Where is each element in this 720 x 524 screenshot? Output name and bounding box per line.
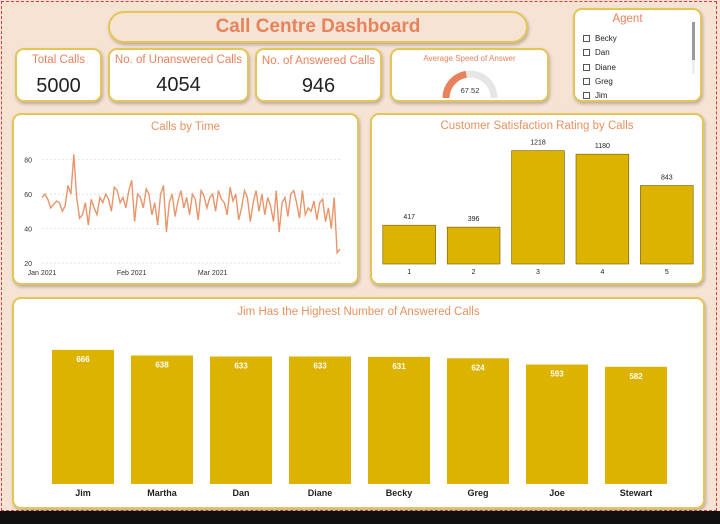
x-tick-label: Feb 2021	[117, 270, 147, 277]
kpi-card-total-calls[interactable]: Total Calls 5000	[15, 48, 102, 102]
kpi-label: Total Calls	[31, 54, 86, 66]
agent-option-label: Dan	[595, 48, 610, 57]
agent-bar	[131, 355, 193, 484]
bar-value-label: 417	[403, 214, 415, 221]
x-tick-label: 5	[665, 269, 669, 276]
kpi-card-answered-calls[interactable]: No. of Answered Calls 946	[255, 48, 382, 102]
x-tick-label: Becky	[386, 488, 413, 498]
x-tick-label: 2	[472, 269, 476, 276]
x-tick-label: Greg	[467, 488, 488, 498]
x-tick-label: 1	[407, 269, 411, 276]
bar-value-label: 582	[629, 372, 643, 381]
x-tick-label: Jim	[75, 488, 91, 498]
bar-value-label: 1180	[595, 143, 610, 150]
agent-option-label: Greg	[595, 77, 613, 86]
gauge-chart: 67.52	[442, 70, 498, 99]
kpi-card-unanswered-calls[interactable]: No. of Unanswered Calls 4054	[108, 48, 249, 102]
agent-bar	[605, 366, 667, 484]
bar-value-label: 396	[468, 216, 480, 223]
bar-value-label: 631	[392, 362, 406, 371]
x-tick-label: Dan	[232, 488, 249, 498]
x-tick-label: Martha	[147, 488, 177, 498]
kpi-value: 946	[301, 75, 336, 97]
rating-bar	[382, 224, 436, 265]
checkbox[interactable]	[583, 64, 590, 71]
dashboard-title-banner: Call Centre Dashboard	[108, 11, 528, 43]
bottom-bar	[0, 511, 720, 524]
y-tick-label: 40	[24, 227, 32, 234]
agent-option-label: Becky	[595, 34, 617, 43]
agent-bar	[526, 364, 588, 484]
kpi-label: No. of Answered Calls	[261, 55, 376, 67]
agent-option-dan[interactable]: Dan	[583, 48, 610, 57]
checkbox[interactable]	[583, 91, 590, 99]
agent-scrollbar-thumb[interactable]	[692, 22, 695, 60]
bar-value-label: 638	[155, 360, 169, 369]
answered-by-agent-card[interactable]: Jim Has the Highest Number of Answered C…	[12, 297, 705, 509]
gauge-card-average-speed[interactable]: Average Speed of Answer 67.52	[390, 48, 549, 102]
calls-by-time-card[interactable]: Calls by Time 20 40 60 80 Jan 2021 Feb 2021 Ma…	[12, 113, 359, 285]
x-tick-label: Jan 2021	[28, 270, 57, 277]
agent-bar	[210, 356, 272, 484]
bar-value-label: 593	[550, 370, 564, 379]
agent-option-jim[interactable]: Jim	[583, 91, 607, 99]
answered-by-agent-chart: 666 Jim 638 Martha 633 Dan 633 Diane 631 Becky 624…	[52, 349, 667, 498]
agent-option-label: Diane	[595, 63, 616, 72]
checkbox[interactable]	[583, 49, 590, 56]
agent-option-diane[interactable]: Diane	[583, 63, 616, 72]
bar-value-label: 1218	[530, 140, 546, 147]
x-tick-label: Joe	[549, 488, 565, 498]
y-tick-label: 80	[24, 158, 32, 165]
y-tick-label: 20	[24, 261, 32, 268]
bar-value-label: 633	[313, 361, 327, 370]
checkbox[interactable]	[583, 35, 590, 42]
agent-bar	[52, 349, 114, 484]
bar-value-label: 633	[234, 361, 248, 370]
x-tick-label: Diane	[308, 488, 333, 498]
x-tick-label: 4	[600, 269, 604, 276]
dashboard-title: Call Centre Dashboard	[215, 16, 421, 37]
agent-option-label: Jim	[595, 91, 608, 99]
x-tick-label: Stewart	[620, 488, 653, 498]
bar-value-label: 624	[471, 363, 485, 372]
agent-bar	[368, 356, 430, 484]
bar-value-label: 666	[76, 355, 90, 364]
satisfaction-chart: 417 1 396 2 1218 3 1180 4 843 5	[382, 140, 694, 276]
gauge-value: 67.52	[461, 86, 480, 95]
rating-bar	[446, 226, 501, 265]
rating-bar	[511, 150, 565, 265]
agent-bar	[289, 356, 351, 484]
x-tick-label: Mar 2021	[198, 270, 228, 277]
y-tick-label: 60	[24, 192, 32, 199]
rating-bar	[640, 185, 694, 265]
agent-bar	[447, 358, 509, 484]
agent-filter-panel[interactable]: Agent Becky Dan Diane Greg Jim	[573, 8, 702, 102]
calls-series-line	[41, 154, 341, 255]
bar-value-label: 843	[661, 175, 673, 182]
checkbox[interactable]	[583, 78, 590, 85]
calls-by-time-chart: 20 40 60 80 Jan 2021 Feb 2021 Mar 2021	[24, 154, 341, 277]
kpi-value: 4054	[156, 74, 201, 96]
rating-bar	[575, 153, 630, 265]
agent-filter-title: Agent	[612, 13, 643, 25]
x-tick-label: 3	[536, 269, 540, 276]
satisfaction-card[interactable]: Customer Satisfaction Rating by Calls 41…	[370, 113, 704, 285]
kpi-label: No. of Unanswered Calls	[114, 54, 243, 66]
agent-option-greg[interactable]: Greg	[583, 77, 613, 86]
agent-option-becky[interactable]: Becky	[583, 34, 617, 43]
kpi-value: 5000	[36, 75, 81, 97]
